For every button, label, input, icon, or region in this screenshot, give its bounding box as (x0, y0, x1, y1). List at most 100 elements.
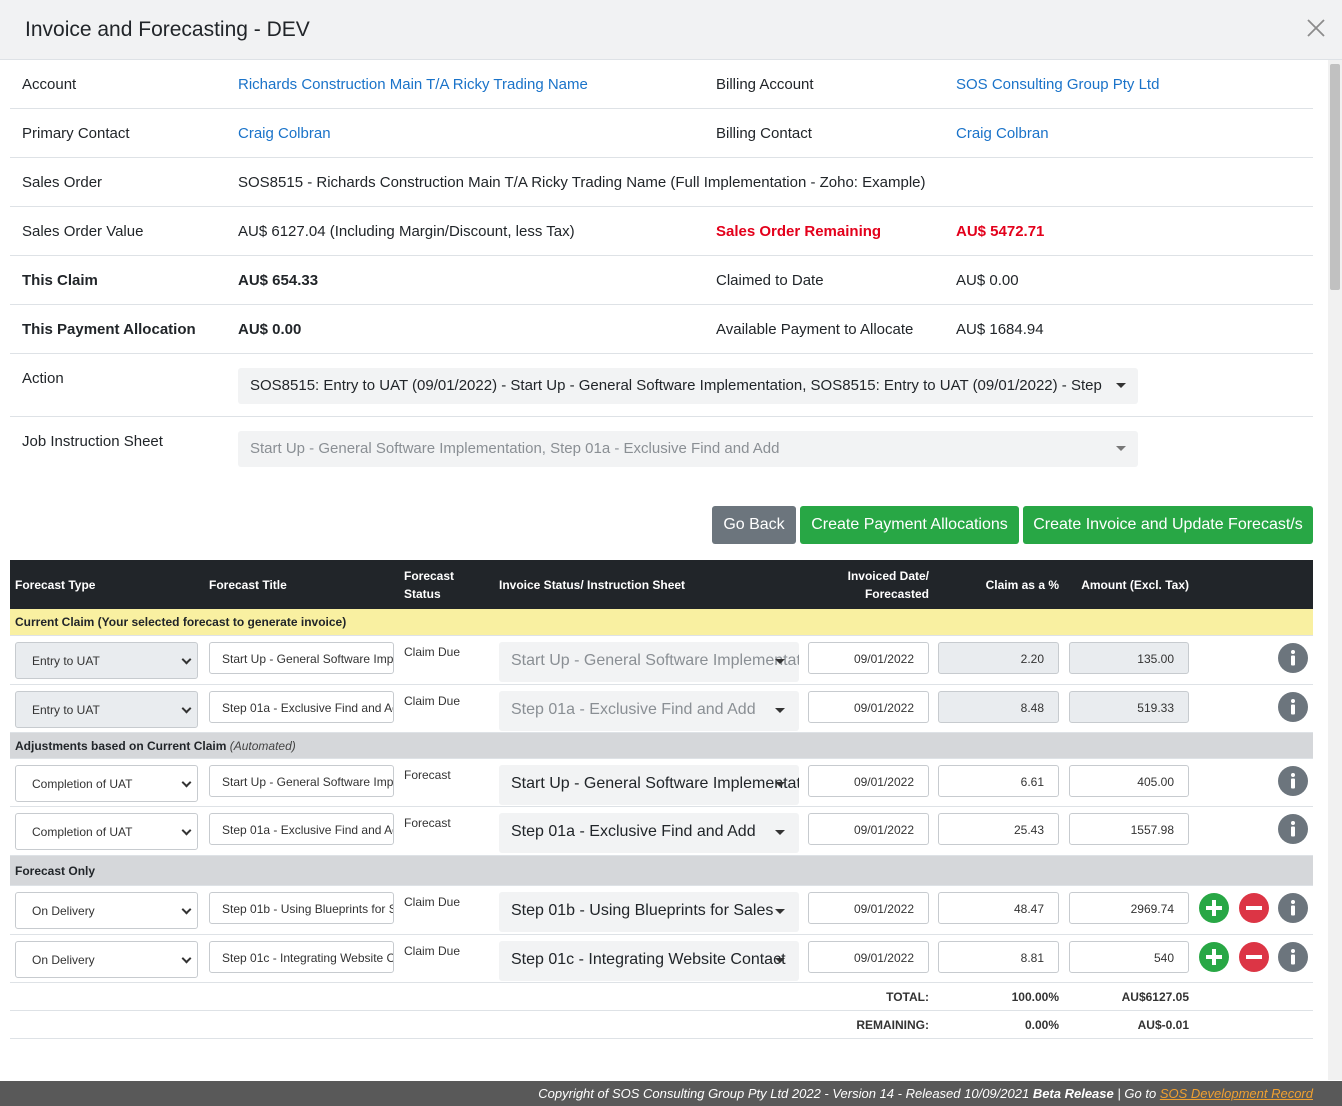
this-claim-label: This Claim (22, 272, 98, 289)
invoice-status-select[interactable]: Start Up - General Software Implementati… (499, 765, 799, 805)
remaining-row: REMAINING: 0.00% AU$-0.01 (10, 1011, 1313, 1039)
chevron-down-icon (181, 654, 192, 665)
section-header: Adjustments based on Current Claim (Auto… (10, 733, 1313, 759)
invoiced-date-input[interactable]: 09/01/2022 (808, 765, 929, 797)
info-row-sales-order: Sales Order SOS8515 - Richards Construct… (10, 158, 1313, 207)
invoice-status-value: Step 01b - Using Blueprints for Sales (511, 902, 774, 919)
forecast-type-value: On Delivery (32, 904, 95, 918)
claim-pct-input[interactable]: 6.61 (938, 765, 1059, 797)
invoiced-date-input[interactable]: 09/01/2022 (808, 813, 929, 845)
invoice-status-select[interactable]: Step 01a - Exclusive Find and Add (499, 813, 799, 853)
info-row-this-claim: This Claim AU$ 654.33 Claimed to Date AU… (10, 256, 1313, 305)
amount-input[interactable]: 405.00 (1069, 765, 1189, 797)
modal-header: Invoice and Forecasting - DEV (0, 0, 1342, 60)
caret-down-icon (775, 659, 785, 664)
header-claim-pct: Claim as a % (985, 578, 1059, 592)
claim-pct-input[interactable]: 8.81 (938, 941, 1059, 973)
info-row-account: Account Richards Construction Main T/A R… (10, 60, 1313, 109)
info-icon[interactable] (1278, 893, 1308, 923)
forecast-status: Claim Due (404, 944, 461, 958)
create-payment-allocations-button[interactable]: Create Payment Allocations (800, 506, 1019, 544)
table-row: Entry to UAT Step 01a - Exclusive Find an… (10, 685, 1313, 733)
info-icon[interactable] (1278, 643, 1308, 673)
total-pct: 100.00% (1011, 990, 1059, 1004)
scrollbar-thumb[interactable] (1330, 64, 1340, 290)
remove-row-icon[interactable] (1239, 942, 1269, 972)
info-row-job-instruction-sheet: Job Instruction Sheet Start Up - General… (10, 417, 1313, 479)
amount-input[interactable]: 540 (1069, 941, 1189, 973)
forecast-type-value: Entry to UAT (32, 703, 100, 717)
info-icon[interactable] (1278, 766, 1308, 796)
primary-contact-link[interactable]: Craig Colbran (238, 125, 331, 142)
forecast-title-input[interactable]: Step 01a - Exclusive Find and Add (209, 813, 394, 845)
caret-down-icon (775, 909, 785, 914)
footer-dev-record-link[interactable]: SOS Development Record (1160, 1086, 1313, 1101)
create-invoice-button[interactable]: Create Invoice and Update Forecast/s (1023, 506, 1313, 544)
forecast-title-input[interactable]: Start Up - General Software Implementati… (209, 642, 394, 674)
forecast-type-select[interactable]: On Delivery (15, 892, 198, 929)
sales-order-remaining-amount: AU$ 5472.71 (956, 223, 1045, 240)
info-icon[interactable] (1278, 942, 1308, 972)
forecast-title-input[interactable]: Step 01b - Using Blueprints for Sales (209, 892, 394, 924)
invoice-status-value: Step 01a - Exclusive Find and Add (511, 701, 756, 718)
close-icon[interactable] (1304, 16, 1328, 40)
invoice-status-select[interactable]: Start Up - General Software Implementati… (499, 642, 799, 682)
claim-pct-input[interactable]: 48.47 (938, 892, 1059, 924)
remaining-label: REMAINING: (856, 1018, 929, 1032)
invoice-status-select[interactable]: Step 01a - Exclusive Find and Add (499, 691, 799, 731)
header-invoiced-date-line1: Invoiced Date/ (847, 569, 929, 583)
add-row-icon[interactable] (1199, 942, 1229, 972)
chevron-down-icon (181, 825, 192, 836)
claim-pct-input[interactable]: 2.20 (938, 642, 1059, 674)
billing-contact-link[interactable]: Craig Colbran (956, 125, 1049, 142)
table-row: On Delivery Step 01b - Using Blueprints f… (10, 886, 1313, 935)
amount-input[interactable]: 2969.74 (1069, 892, 1189, 924)
invoice-status-select[interactable]: Step 01c - Integrating Website Contact (499, 941, 799, 981)
forecast-type-select[interactable]: Completion of UAT (15, 813, 198, 850)
forecast-title-input[interactable]: Start Up - General Software Implementati… (209, 765, 394, 797)
invoiced-date-input[interactable]: 09/01/2022 (808, 941, 929, 973)
forecast-type-select[interactable]: On Delivery (15, 941, 198, 978)
remaining-amount: AU$-0.01 (1137, 1018, 1189, 1032)
claim-pct-input[interactable]: 25.43 (938, 813, 1059, 845)
invoice-status-value: Start Up - General Software Implementati… (511, 652, 799, 669)
claimed-to-date-amount: AU$ 0.00 (956, 272, 1019, 289)
sales-order-remaining-label: Sales Order Remaining (716, 223, 882, 240)
section-note: (Automated) (229, 739, 296, 753)
table-header: Forecast Type Forecast Title Forecast St… (10, 560, 1313, 609)
remove-row-icon[interactable] (1239, 893, 1269, 923)
claimed-to-date-label: Claimed to Date (716, 272, 824, 289)
forecast-type-select[interactable]: Entry to UAT (15, 642, 198, 679)
go-back-button[interactable]: Go Back (712, 506, 796, 544)
invoice-status-select[interactable]: Step 01b - Using Blueprints for Sales (499, 892, 799, 932)
info-icon[interactable] (1278, 814, 1308, 844)
invoiced-date-input[interactable]: 09/01/2022 (808, 642, 929, 674)
vertical-scrollbar[interactable] (1328, 60, 1342, 1080)
invoiced-date-input[interactable]: 09/01/2022 (808, 691, 929, 723)
forecast-status: Claim Due (404, 895, 461, 909)
add-row-icon[interactable] (1199, 893, 1229, 923)
forecast-type-value: Completion of UAT (32, 825, 133, 839)
amount-input[interactable]: 135.00 (1069, 642, 1189, 674)
totals-row: TOTAL: 100.00% AU$6127.05 (10, 983, 1313, 1011)
chevron-down-icon (181, 703, 192, 714)
forecast-type-select[interactable]: Completion of UAT (15, 765, 198, 802)
amount-input[interactable]: 519.33 (1069, 691, 1189, 723)
forecast-title-input[interactable]: Step 01c - Integrating Website Contact (209, 941, 394, 973)
info-icon[interactable] (1278, 692, 1308, 722)
claim-pct-input[interactable]: 8.48 (938, 691, 1059, 723)
forecast-status: Claim Due (404, 694, 461, 708)
job-instruction-sheet-select[interactable]: Start Up - General Software Implementati… (238, 431, 1138, 467)
total-amount: AU$6127.05 (1121, 990, 1189, 1004)
account-link[interactable]: Richards Construction Main T/A Ricky Tra… (238, 76, 588, 93)
forecast-type-select[interactable]: Entry to UAT (15, 691, 198, 728)
footer: Copyright of SOS Consulting Group Pty Lt… (0, 1081, 1342, 1106)
header-forecast-status-line2: Status (404, 587, 441, 601)
account-label: Account (22, 76, 77, 93)
invoiced-date-input[interactable]: 09/01/2022 (808, 892, 929, 924)
action-select[interactable]: SOS8515: Entry to UAT (09/01/2022) - Sta… (238, 368, 1138, 404)
invoice-status-value: Step 01a - Exclusive Find and Add (511, 823, 756, 840)
billing-account-link[interactable]: SOS Consulting Group Pty Ltd (956, 76, 1159, 93)
forecast-title-input[interactable]: Step 01a - Exclusive Find and Add (209, 691, 394, 723)
amount-input[interactable]: 1557.98 (1069, 813, 1189, 845)
